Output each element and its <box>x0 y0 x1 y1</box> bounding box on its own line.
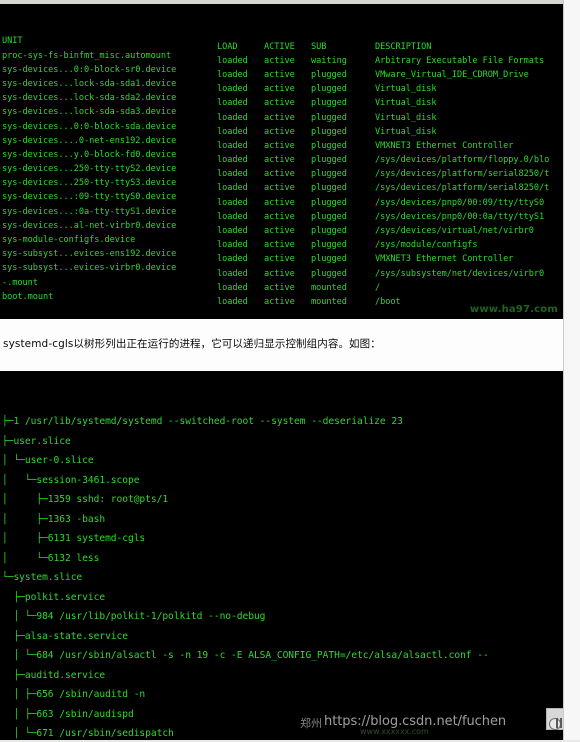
cell-active: active <box>264 296 295 307</box>
cgls-tree-line: ├─polkit.service <box>2 591 106 603</box>
table-row: sys-devices...0:0-block-sr0.deviceloaded… <box>2 63 563 80</box>
cgls-tree-line: │ └─user-0.slice <box>2 455 94 466</box>
col-header-unit: UNIT <box>2 36 23 47</box>
cgls-lines-container: ├─1 /usr/lib/systemd/systemd --switched-… <box>2 412 563 742</box>
terminal-cgls-output: ├─1 /usr/lib/systemd/systemd --switched-… <box>0 371 563 742</box>
cell-unit: sys-devices...0:0-block-sda.device <box>2 121 177 132</box>
cgls-tree-line: │ └─6132 less <box>2 552 100 564</box>
table-row: sys-devices...al-net-virbr0.deviceloaded… <box>2 219 563 236</box>
cell-unit: sys-devices...lock-sda-sda3.device <box>2 107 177 118</box>
table-row: sys-devices...250-tty-ttyS3.deviceloaded… <box>2 176 563 193</box>
table-row: sys-devices...250-tty-ttyS2.deviceloaded… <box>2 162 563 179</box>
table-row: sys-devices...lock-sda-sda2.deviceloaded… <box>2 91 563 108</box>
table-row: sys-devices...lock-sda-sda3.deviceloaded… <box>2 105 563 122</box>
cell-unit: sys-devices...:0a-tty-ttyS1.device <box>2 206 177 217</box>
cell-unit: sys-devices...0:0-block-sr0.device <box>2 64 177 75</box>
cgls-tree-line: │ ├─1359 sshd: root@pts/1 <box>2 494 169 505</box>
cgls-tree-line: │ ├─663 /sbin/audispd <box>2 708 134 720</box>
cell-sub: mounted <box>311 296 347 307</box>
page-root: UNITLOAD ACTIVE SUB DESCRIPTION proc-sys-fs-… <box>0 0 580 742</box>
table-row: sys-devices...0:0-block-sda.deviceloaded… <box>2 120 563 137</box>
cgls-tree-line: │ └─684 /usr/sbin/alsactl -s -n 19 -c -E… <box>2 650 489 661</box>
cell-unit: boot.mount <box>2 291 54 302</box>
cell-unit: sys-devices...:09-tty-ttyS0.device <box>2 192 177 203</box>
cgls-tree-line: ├─alsa-state.service <box>2 630 128 642</box>
cell-load: loaded <box>217 296 248 307</box>
cell-unit: sys-subsyst...evices-virbr0.device <box>2 263 177 274</box>
table-row: sys-subsyst...evices-ens192.deviceloaded… <box>2 247 563 264</box>
table-row: sys-devices....0-net-ens192.deviceloaded… <box>2 134 563 151</box>
table-row: sys-devices...:0a-tty-ttyS1.deviceloaded… <box>2 205 563 222</box>
cgls-tree-line: └─system.slice <box>2 572 83 583</box>
table-row: sys-devices...:09-tty-ttyS0.deviceloaded… <box>2 190 563 207</box>
table-row: sys-subsyst...evices-virbr0.deviceloaded… <box>2 261 563 278</box>
cgls-tree-line: │ └─984 /usr/lib/polkit-1/polkitd --no-d… <box>2 611 266 622</box>
table-row: proc-sys-fs-binfmt_misc.automountloaded a… <box>2 49 563 66</box>
cell-unit: sys-subsyst...evices-ens192.device <box>2 249 177 260</box>
terminal-systemctl-output: UNITLOAD ACTIVE SUB DESCRIPTION proc-sys-fs-… <box>0 4 563 319</box>
cgls-tree-line: │ └─session-3461.scope <box>2 474 140 486</box>
cell-description: /boot <box>375 296 401 307</box>
cgls-tree-line: ├─user.slice <box>2 435 71 447</box>
cell-description: /sys/subsystem/net/devices/virbr0 <box>375 268 545 279</box>
cell-unit: sys-devices....0-net-ens192.device <box>2 135 177 146</box>
cell-unit: sys-devices...lock-sda-sda2.device <box>2 93 177 104</box>
cell-unit: sys-devices...250-tty-ttyS2.device <box>2 164 177 175</box>
right-page-gutter <box>563 0 580 742</box>
cell-unit: -.mount <box>2 277 38 288</box>
caption-text: systemd-cgls以树形列出正在运行的进程，它可以递归显示控制组内容。如图… <box>3 338 381 350</box>
cgls-tree-line: │ ├─6131 systemd-cgls <box>2 533 146 544</box>
ha97-watermark: www.ha97.com <box>469 303 558 315</box>
cell-unit: proc-sys-fs-binfmt_misc.automount <box>2 50 172 61</box>
cell-unit: sys-devices...lock-sda-sda1.device <box>2 78 177 89</box>
cell-unit: sys-devices...250-tty-ttyS3.device <box>2 178 177 189</box>
cgls-tree-line: ├─1 /usr/lib/systemd/systemd --switched-… <box>2 416 403 427</box>
systemctl-rows-container: UNITLOAD ACTIVE SUB DESCRIPTION proc-sys-fs-… <box>2 34 563 307</box>
table-row: sys-devices...y.0-block-fd0.deviceloaded… <box>2 148 563 165</box>
cell-unit: sys-devices...al-net-virbr0.device <box>2 220 177 231</box>
cgls-tree-line: ├─auditd.service <box>2 669 106 681</box>
cgls-tree-line: │ ├─656 /sbin/auditd -n <box>2 689 146 700</box>
cell-unit: sys-devices...y.0-block-fd0.device <box>2 149 177 160</box>
systemctl-header-row: UNITLOAD ACTIVE SUB DESCRIPTION <box>2 34 563 51</box>
cgls-tree-line: │ ├─1363 -bash <box>2 513 106 525</box>
cell-unit: sys-module-configfs.device <box>2 235 136 246</box>
